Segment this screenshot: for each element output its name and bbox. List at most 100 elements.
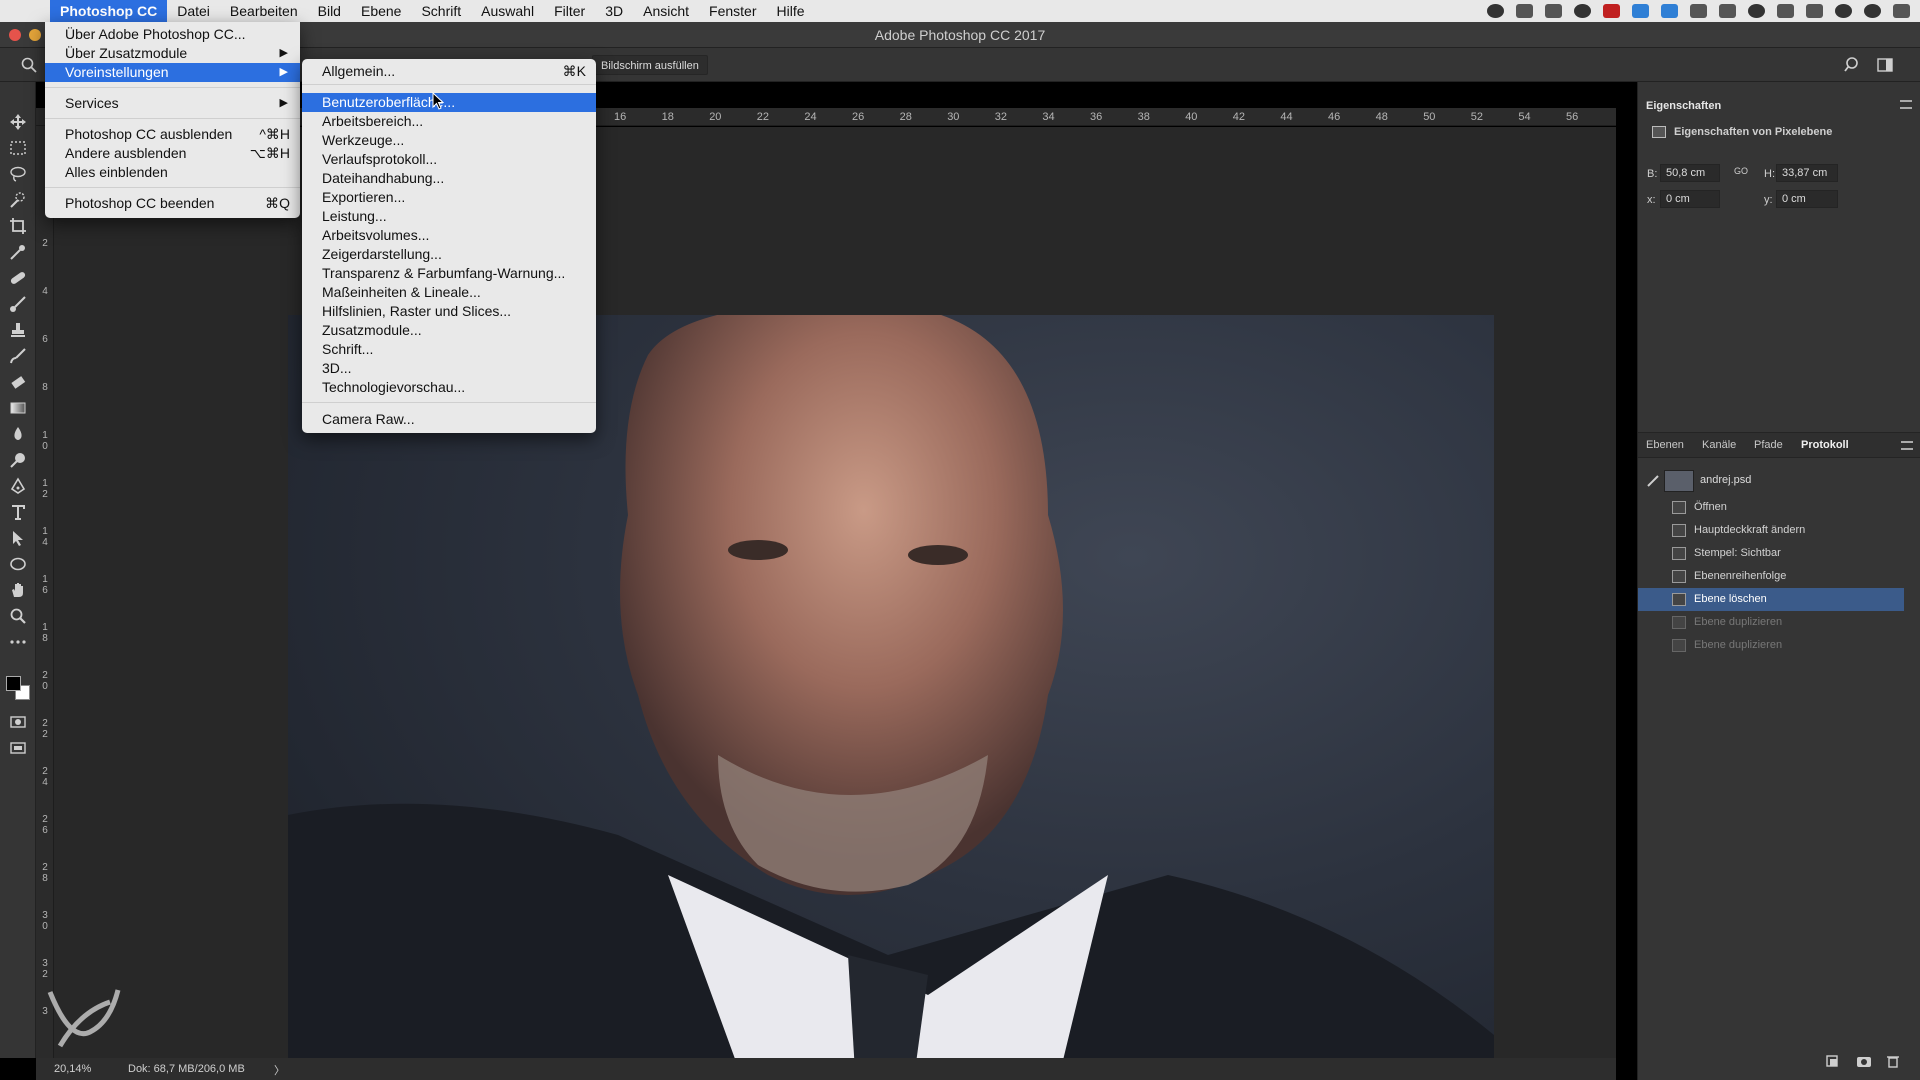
menu-item-about-plugins[interactable]: Über Zusatzmodule ▶ [45,44,300,63]
menu-item-hide-photoshop[interactable]: Photoshop CC ausblenden ^⌘H [45,125,300,144]
menu-3d[interactable]: 3D [595,0,633,22]
tab-protokoll[interactable]: Protokoll [1801,439,1849,451]
crop-tool-icon[interactable] [8,216,28,236]
dropbox-icon[interactable] [1661,4,1678,18]
menu-item-preferences[interactable]: Voreinstellungen ▶ [45,63,300,82]
menu-fenster[interactable]: Fenster [699,0,766,22]
hand-tool-icon[interactable] [8,580,28,600]
pref-item-export[interactable]: Exportieren... [302,188,596,207]
pref-item-guides-grid-slices[interactable]: Hilfslinien, Raster und Slices... [302,302,596,321]
tab-ebenen[interactable]: Ebenen [1646,439,1684,451]
marquee-tool-icon[interactable] [8,138,28,158]
spotlight-icon[interactable] [1835,4,1852,18]
pref-item-transparency-gamut[interactable]: Transparenz & Farbumfang-Warnung... [302,264,596,283]
lasso-tool-icon[interactable] [8,164,28,184]
zoom-level[interactable]: 20,14% [54,1063,91,1075]
menu-datei[interactable]: Datei [167,0,220,22]
properties-panel-title[interactable]: Eigenschaften [1646,100,1721,112]
pref-item-tools[interactable]: Werkzeuge... [302,131,596,150]
menu-filter[interactable]: Filter [544,0,595,22]
zoom-tool-icon[interactable] [8,606,28,626]
x-field[interactable]: 0 cm [1660,190,1720,208]
path-selection-tool-icon[interactable] [8,528,28,548]
foreground-color-swatch[interactable] [6,676,21,691]
new-document-from-state-icon[interactable] [1824,1054,1840,1068]
history-state[interactable]: Stempel: Sichtbar [1638,542,1904,565]
history-brush-source-icon[interactable] [1646,474,1660,488]
menu-photoshop[interactable]: Photoshop CC [50,0,168,22]
menu-item-services[interactable]: Services ▶ [45,94,300,113]
menu-item-about-photoshop[interactable]: Über Adobe Photoshop CC... [45,25,300,44]
healing-brush-tool-icon[interactable] [8,268,28,288]
y-field[interactable]: 0 cm [1776,190,1838,208]
menu-item-quit-photoshop[interactable]: Photoshop CC beenden ⌘Q [45,194,300,213]
type-tool-icon[interactable] [8,502,28,522]
camera-snapshot-icon[interactable] [1856,1054,1872,1068]
pref-item-technology-previews[interactable]: Technologievorschau... [302,378,596,397]
menu-item-hide-others[interactable]: Andere ausblenden ⌥⌘H [45,144,300,163]
tab-kanaele[interactable]: Kanäle [1702,439,1736,451]
eyedropper-tool-icon[interactable] [8,242,28,262]
menu-bearbeiten[interactable]: Bearbeiten [220,0,308,22]
creative-cloud-icon[interactable] [1574,4,1591,18]
time-machine-icon[interactable] [1748,4,1765,18]
gradient-tool-icon[interactable] [8,398,28,418]
pref-item-camera-raw[interactable]: Camera Raw... [302,410,596,429]
menu-schrift[interactable]: Schrift [411,0,471,22]
history-state[interactable]: Ebenenreihenfolge [1638,565,1904,588]
canvas-area[interactable] [54,127,1616,1080]
pen-tool-icon[interactable] [8,476,28,496]
blur-tool-icon[interactable] [8,424,28,444]
pref-item-scratch-disks[interactable]: Arbeitsvolumes... [302,226,596,245]
brush-tool-icon[interactable] [8,294,28,314]
history-state-selected[interactable]: Ebene löschen [1638,588,1904,611]
history-state[interactable]: Öffnen [1638,496,1904,519]
acrobat-icon[interactable] [1603,4,1620,18]
record-icon[interactable] [1487,4,1504,18]
trash-icon[interactable] [1886,1054,1900,1068]
history-state-undone[interactable]: Ebene duplizieren [1638,634,1904,657]
history-brush-tool-icon[interactable] [8,346,28,366]
more-tools-icon[interactable] [8,632,28,652]
history-state-undone[interactable]: Ebene duplizieren [1638,611,1904,634]
height-field[interactable]: 33,87 cm [1776,164,1838,182]
pref-item-performance[interactable]: Leistung... [302,207,596,226]
pref-item-file-handling[interactable]: Dateihandhabung... [302,169,596,188]
airplane-icon[interactable] [1516,4,1533,18]
dodge-tool-icon[interactable] [8,450,28,470]
panel-menu-icon[interactable] [1901,441,1913,450]
display-icon[interactable] [1690,4,1707,18]
siri-icon[interactable] [1864,4,1881,18]
app-icon[interactable] [1632,4,1649,18]
menu-bild[interactable]: Bild [308,0,351,22]
menu-ansicht[interactable]: Ansicht [633,0,699,22]
menu-auswahl[interactable]: Auswahl [471,0,544,22]
tab-pfade[interactable]: Pfade [1754,439,1783,451]
history-state[interactable]: Hauptdeckkraft ändern [1638,519,1904,542]
pref-item-3d[interactable]: 3D... [302,359,596,378]
search-icon[interactable] [20,56,38,74]
pref-item-plugins[interactable]: Zusatzmodule... [302,321,596,340]
menu-ebene[interactable]: Ebene [351,0,411,22]
link-dimensions-icon[interactable]: GO [1734,166,1748,176]
pref-item-interface[interactable]: Benutzeroberfläche... [302,93,596,112]
status-menu-arrow-icon[interactable]: 〉 [274,1062,285,1078]
pref-item-cursors[interactable]: Zeigerdarstellung... [302,245,596,264]
panel-menu-icon[interactable] [1900,100,1912,109]
move-tool-icon[interactable] [8,112,28,132]
workspace-icon[interactable] [1876,56,1894,74]
airplay-icon[interactable] [1719,4,1736,18]
search-icon[interactable] [1843,56,1861,74]
pref-item-general[interactable]: Allgemein... ⌘K [302,62,596,81]
pref-item-type[interactable]: Schrift... [302,340,596,359]
bluetooth-icon[interactable] [1777,4,1794,18]
screen-mode-icon[interactable] [8,738,28,758]
screen-icon[interactable] [1545,4,1562,18]
menu-item-show-all[interactable]: Alles einblenden [45,163,300,182]
clone-stamp-tool-icon[interactable] [8,320,28,340]
quick-mask-icon[interactable] [8,712,28,732]
history-snapshot[interactable]: andrej.psd [1638,468,1904,494]
pref-item-units-rulers[interactable]: Maßeinheiten & Lineale... [302,283,596,302]
fill-screen-button[interactable]: Bildschirm ausfüllen [592,55,708,75]
notification-center-icon[interactable] [1893,4,1910,18]
